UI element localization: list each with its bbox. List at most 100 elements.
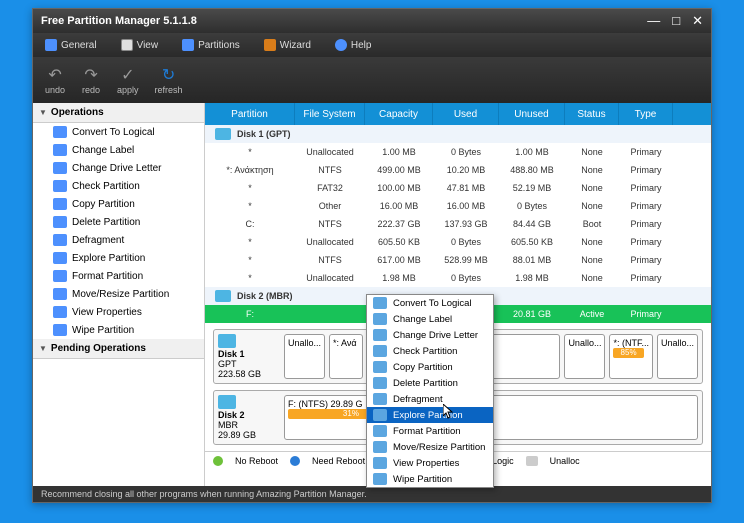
refresh-icon: ↻ <box>159 65 179 85</box>
help-icon <box>335 39 347 51</box>
sidebar-item[interactable]: Change Drive Letter <box>33 159 204 177</box>
toolbar: ↶undo ↷redo ✓apply ↻refresh <box>33 57 711 103</box>
refresh-button[interactable]: ↻refresh <box>155 65 183 95</box>
context-item[interactable]: Change Drive Letter <box>367 327 493 343</box>
unalloc-swatch <box>526 456 538 466</box>
sidebar-item[interactable]: Move/Resize Partition <box>33 285 204 303</box>
app-title: Free Partition Manager 5.1.1.8 <box>41 15 647 27</box>
sidebar-item[interactable]: View Properties <box>33 303 204 321</box>
apply-button[interactable]: ✓apply <box>117 65 139 95</box>
ctx-icon <box>373 297 387 309</box>
statusbar: Recommend closing all other programs whe… <box>33 486 711 502</box>
menu-general[interactable]: General <box>45 39 97 51</box>
sidebar-item[interactable]: Change Label <box>33 141 204 159</box>
ctx-icon <box>373 425 387 437</box>
context-menu: Convert To LogicalChange LabelChange Dri… <box>366 294 494 488</box>
partition-row[interactable]: *FAT32100.00 MB47.81 MB52.19 MBNonePrima… <box>205 179 711 197</box>
menu-partitions[interactable]: Partitions <box>182 39 240 51</box>
op-icon <box>53 126 67 138</box>
partition-block[interactable]: Unallo... <box>284 334 325 379</box>
view-icon <box>121 39 133 51</box>
col-status[interactable]: Status <box>565 103 619 125</box>
context-item[interactable]: View Properties <box>367 455 493 471</box>
col-partition[interactable]: Partition <box>205 103 295 125</box>
disk-icon <box>218 334 236 348</box>
op-icon <box>53 234 67 246</box>
sidebar-item[interactable]: Wipe Partition <box>33 321 204 339</box>
ctx-icon <box>373 393 387 405</box>
op-icon <box>53 288 67 300</box>
operations-list: Convert To LogicalChange LabelChange Dri… <box>33 123 204 339</box>
needreboot-icon <box>290 456 300 466</box>
redo-icon: ↷ <box>81 65 101 85</box>
sidebar-item[interactable]: Format Partition <box>33 267 204 285</box>
ctx-icon <box>373 377 387 389</box>
partition-row[interactable]: *Unallocated1.00 MB0 Bytes1.00 MBNonePri… <box>205 143 711 161</box>
menu-help[interactable]: Help <box>335 39 372 51</box>
partitions-icon <box>182 39 194 51</box>
op-icon <box>53 306 67 318</box>
partition-block[interactable]: Unallo... <box>657 334 698 379</box>
menu-wizard[interactable]: Wizard <box>264 39 311 51</box>
sidebar-item[interactable]: Delete Partition <box>33 213 204 231</box>
context-item[interactable]: Change Label <box>367 311 493 327</box>
disk-info: Disk 1GPT223.58 GB <box>218 334 280 379</box>
noreboot-icon <box>213 456 223 466</box>
context-item[interactable]: Convert To Logical <box>367 295 493 311</box>
disk-icon <box>215 128 231 140</box>
pending-header[interactable]: Pending Operations <box>33 339 204 359</box>
context-item[interactable]: Copy Partition <box>367 359 493 375</box>
op-icon <box>53 270 67 282</box>
ctx-icon <box>373 313 387 325</box>
op-icon <box>53 324 67 336</box>
op-icon <box>53 216 67 228</box>
disk-info: Disk 2MBR29.89 GB <box>218 395 280 440</box>
window-buttons: — □ ✕ <box>647 13 703 29</box>
partition-block[interactable]: *: (NTF...85% <box>609 334 653 379</box>
partition-row[interactable]: *: ΑνάκτησηNTFS499.00 MB10.20 MB488.80 M… <box>205 161 711 179</box>
sidebar-item[interactable]: Copy Partition <box>33 195 204 213</box>
minimize-button[interactable]: — <box>647 13 660 29</box>
close-button[interactable]: ✕ <box>692 13 703 29</box>
partition-block[interactable]: *: Ανά <box>329 334 363 379</box>
context-item[interactable]: Defragment <box>367 391 493 407</box>
cursor-pointer <box>443 404 455 420</box>
disk-icon <box>218 395 236 409</box>
disk-icon <box>215 290 231 302</box>
sidebar-item[interactable]: Check Partition <box>33 177 204 195</box>
col-used[interactable]: Used <box>433 103 499 125</box>
check-icon: ✓ <box>118 65 138 85</box>
ctx-icon <box>373 361 387 373</box>
context-item[interactable]: Delete Partition <box>367 375 493 391</box>
gear-icon <box>45 39 57 51</box>
ctx-icon <box>373 329 387 341</box>
partition-row[interactable]: *Unallocated1.98 MB0 Bytes1.98 MBNonePri… <box>205 269 711 287</box>
partition-row[interactable]: *Other16.00 MB16.00 MB0 BytesNonePrimary <box>205 197 711 215</box>
col-filesystem[interactable]: File System <box>295 103 365 125</box>
op-icon <box>53 180 67 192</box>
operations-header[interactable]: Operations <box>33 103 204 123</box>
op-icon <box>53 144 67 156</box>
menu-view[interactable]: View <box>121 39 159 51</box>
ctx-icon <box>373 409 387 421</box>
redo-button[interactable]: ↷redo <box>81 65 101 95</box>
partition-row[interactable]: *Unallocated605.50 KB0 Bytes605.50 KBNon… <box>205 233 711 251</box>
sidebar-item[interactable]: Explore Partition <box>33 249 204 267</box>
context-item[interactable]: Move/Resize Partition <box>367 439 493 455</box>
partition-block[interactable]: Unallo... <box>564 334 605 379</box>
disk-row[interactable]: Disk 1 (GPT) <box>205 125 711 143</box>
partition-row[interactable]: *NTFS617.00 MB528.99 MB88.01 MBNonePrima… <box>205 251 711 269</box>
col-unused[interactable]: Unused <box>499 103 565 125</box>
context-item[interactable]: Wipe Partition <box>367 471 493 487</box>
col-capacity[interactable]: Capacity <box>365 103 433 125</box>
col-type[interactable]: Type <box>619 103 673 125</box>
context-item[interactable]: Format Partition <box>367 423 493 439</box>
maximize-button[interactable]: □ <box>672 13 680 29</box>
sidebar-item[interactable]: Convert To Logical <box>33 123 204 141</box>
grid-header: Partition File System Capacity Used Unus… <box>205 103 711 125</box>
context-item[interactable]: Explore Partition <box>367 407 493 423</box>
sidebar-item[interactable]: Defragment <box>33 231 204 249</box>
undo-button[interactable]: ↶undo <box>45 65 65 95</box>
partition-row[interactable]: C:NTFS222.37 GB137.93 GB84.44 GBBootPrim… <box>205 215 711 233</box>
context-item[interactable]: Check Partition <box>367 343 493 359</box>
